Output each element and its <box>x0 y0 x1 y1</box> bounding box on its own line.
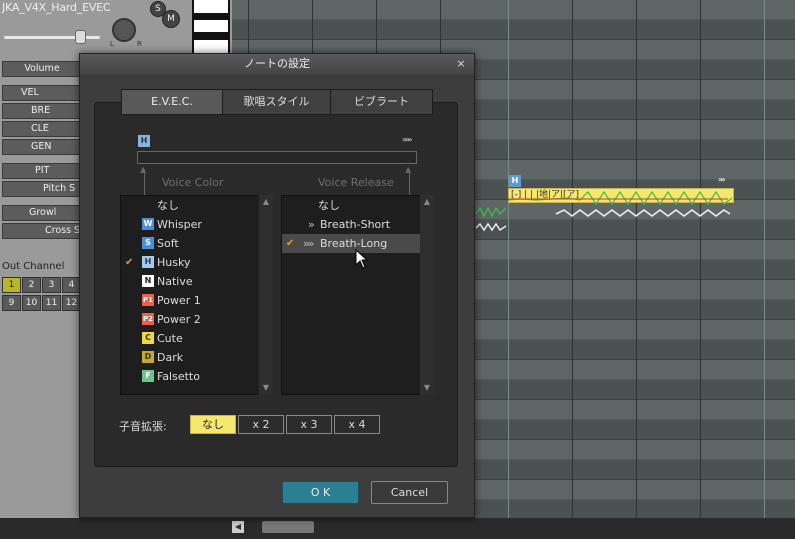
note-preview-bar <box>137 151 417 164</box>
bar-line <box>764 0 765 518</box>
grid-line <box>636 0 637 518</box>
scroll-up-icon[interactable]: ▲ <box>420 195 434 209</box>
ok-button[interactable]: O K <box>282 481 359 504</box>
list-item[interactable]: ✔»» Breath-Long <box>282 234 420 253</box>
scroll-down-icon[interactable]: ▼ <box>420 381 434 395</box>
consonant-option-x3[interactable]: x 3 <box>286 415 332 434</box>
consonant-option-none[interactable]: なし <box>190 415 236 434</box>
pan-left-label: L <box>110 40 114 48</box>
dark-icon: D <box>142 351 154 363</box>
list-item[interactable]: なし <box>121 196 259 215</box>
bottom-scrollbar-area <box>0 518 795 539</box>
voice-release-label: Voice Release <box>318 176 394 189</box>
grid-line <box>700 0 701 518</box>
tab-vibrato[interactable]: ビブラート <box>330 89 433 115</box>
scroll-up-icon[interactable]: ▲ <box>259 195 273 209</box>
list-item[interactable]: » Breath-Short <box>282 215 420 234</box>
power-1-icon: P1 <box>142 294 154 306</box>
close-icon[interactable]: × <box>454 57 468 71</box>
short-release-icon: » <box>308 218 315 231</box>
param-bre[interactable]: BRE <box>2 103 82 119</box>
voice-color-scrollbar[interactable]: ▲ ▼ <box>259 195 273 395</box>
mouse-cursor-icon <box>355 249 369 269</box>
list-item[interactable]: W Whisper <box>121 215 259 234</box>
param-cross-s[interactable]: Cross S <box>2 223 82 239</box>
list-item[interactable]: S Soft <box>121 234 259 253</box>
native-icon: N <box>142 275 154 287</box>
list-item[interactable]: D Dark <box>121 348 259 367</box>
param-pitch-s[interactable]: Pitch S <box>2 181 82 197</box>
out-channel-9[interactable]: 9 <box>2 295 21 311</box>
mute-button[interactable]: M <box>162 10 180 28</box>
connector-arrow-icon: ▲ <box>405 165 412 174</box>
connector-arrow-icon: ▲ <box>140 165 147 174</box>
out-channel-1[interactable]: 1 <box>2 277 21 293</box>
check-icon: ✔ <box>125 257 134 268</box>
cancel-button[interactable]: Cancel <box>371 481 448 504</box>
pan-knob[interactable] <box>112 18 136 42</box>
check-icon: ✔ <box>286 238 295 249</box>
voice-release-marker: »»» <box>402 135 413 144</box>
voice-release-scrollbar[interactable]: ▲ ▼ <box>420 195 434 395</box>
out-channel-3[interactable]: 3 <box>42 277 61 293</box>
long-release-icon: »» <box>303 237 315 250</box>
out-channel-2[interactable]: 2 <box>22 277 41 293</box>
list-item[interactable]: F Falsetto <box>121 367 259 386</box>
soft-icon: S <box>142 237 154 249</box>
volume-fader-knob[interactable] <box>75 30 86 44</box>
param-volume[interactable]: Volume <box>2 61 82 77</box>
bar-line <box>508 0 509 518</box>
whisper-icon: W <box>142 218 154 230</box>
voice-release-list[interactable]: なし » Breath-Short ✔»» Breath-Long <box>281 195 421 395</box>
param-pit[interactable]: PIT <box>2 163 82 179</box>
param-growl[interactable]: Growl <box>2 205 82 221</box>
list-item[interactable]: P2 Power 2 <box>121 310 259 329</box>
list-item[interactable]: ✔ H Husky <box>121 253 259 272</box>
out-channel-11[interactable]: 11 <box>42 295 61 311</box>
list-item[interactable]: P1 Power 1 <box>121 291 259 310</box>
piano-key[interactable] <box>194 20 228 32</box>
note-pitch-curve <box>508 190 733 217</box>
tab-singing-style[interactable]: 歌唱スタイル <box>222 89 331 115</box>
param-cle[interactable]: CLE <box>2 121 82 137</box>
list-item[interactable]: N Native <box>121 272 259 291</box>
tab-evec[interactable]: E.V.E.C. <box>121 89 223 115</box>
consonant-option-x2[interactable]: x 2 <box>238 415 284 434</box>
consonant-option-x4[interactable]: x 4 <box>334 415 380 434</box>
falsetto-icon: F <box>142 370 154 382</box>
dialog-title: ノートの設定 <box>80 54 474 74</box>
husky-icon: H <box>142 256 154 268</box>
grid-line <box>572 0 573 518</box>
voice-color-list[interactable]: なし W Whisper S Soft ✔ H Husky N Native P1 Powe… <box>120 195 260 395</box>
voice-color-label: Voice Color <box>162 176 224 189</box>
list-item[interactable]: なし <box>282 196 420 215</box>
scroll-down-icon[interactable]: ▼ <box>259 381 273 395</box>
param-gen[interactable]: GEN <box>2 139 82 155</box>
scroll-left-arrow-icon[interactable]: ◀ <box>232 521 244 533</box>
list-item[interactable]: C Cute <box>121 329 259 348</box>
piano-key[interactable] <box>194 0 228 13</box>
track-name: JKA_V4X_Hard_EVEC <box>2 1 111 14</box>
pan-right-label: R <box>137 40 142 48</box>
out-channel-label: Out Channel <box>2 261 65 272</box>
voice-color-marker: H <box>138 135 150 147</box>
power-2-icon: P2 <box>142 313 154 325</box>
param-vel[interactable]: VEL <box>2 85 82 101</box>
out-channel-10[interactable]: 10 <box>22 295 41 311</box>
horizontal-scroll-thumb[interactable] <box>262 521 314 533</box>
cute-icon: C <box>142 332 154 344</box>
consonant-extension-label: 子音拡張: <box>119 420 167 433</box>
piano-key[interactable] <box>194 40 228 53</box>
note-release-arrow: »» <box>718 175 726 184</box>
